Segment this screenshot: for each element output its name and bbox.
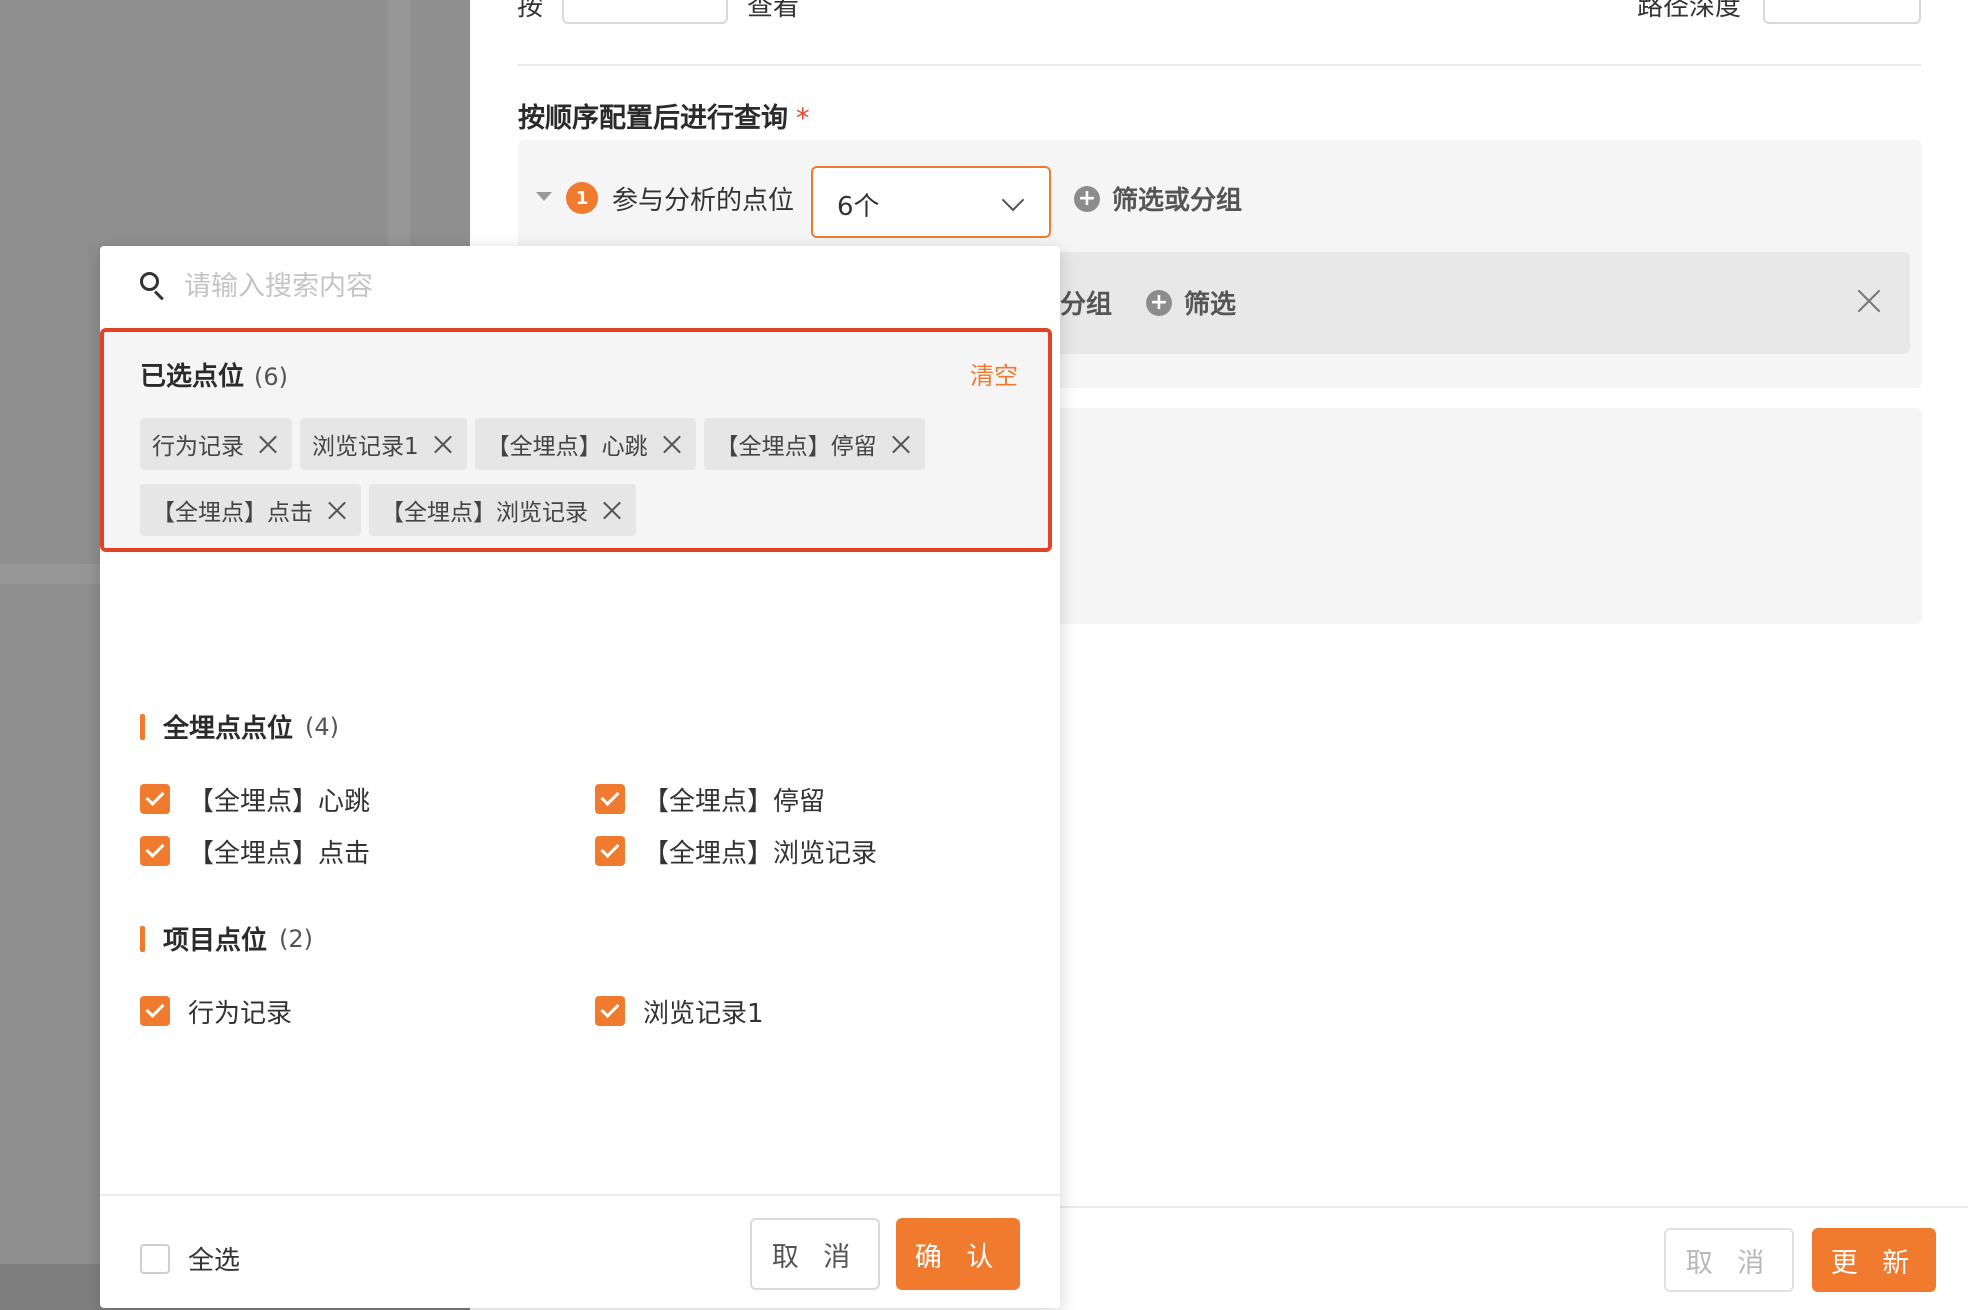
group-item-list: 【全埋点】心跳 【全埋点】停留【全埋点】点击 【全埋点】浏览记录	[140, 783, 1020, 869]
popup-cancel-button[interactable]: 取 消	[750, 1218, 880, 1290]
filter-or-group-label: 筛选或分组	[1112, 186, 1243, 216]
selected-tag-label: 浏览记录1	[312, 434, 419, 460]
event-checkbox-label: 浏览记录1	[643, 998, 764, 1029]
search-input[interactable]	[184, 264, 1004, 308]
group-header: 全埋点点位 (4)	[140, 708, 1020, 745]
selected-tag-list: 行为记录 浏览记录1 【全埋点】心跳 【全埋点】停留【全埋点】点击 【全埋点】浏览记录	[140, 418, 1020, 536]
group-project: 项目点位 (2) 行为记录 浏览记录1	[140, 920, 1020, 1029]
dimension-select[interactable]	[562, 0, 728, 24]
step-label: 参与分析的点位	[612, 186, 795, 216]
selected-tag: 【全埋点】点击	[140, 484, 361, 536]
selected-tag-label: 行为记录	[152, 434, 244, 460]
plus-circle-icon: +	[1146, 289, 1172, 316]
chevron-down-icon	[1001, 188, 1025, 212]
remove-tag-icon[interactable]	[662, 434, 682, 454]
event-checkbox-label: 行为记录	[188, 998, 293, 1029]
checkbox-icon	[595, 784, 625, 814]
confirm-button[interactable]: 确 认	[896, 1218, 1020, 1290]
path-depth-select[interactable]	[1763, 0, 1921, 24]
group-header: 项目点位 (2)	[140, 920, 1020, 957]
group-item-list: 行为记录 浏览记录1	[140, 995, 1020, 1029]
selected-title-text: 已选点位	[140, 362, 245, 392]
selected-tag: 行为记录	[140, 418, 292, 470]
event-checkbox-item[interactable]: 【全埋点】停留	[595, 783, 1020, 817]
event-count-select[interactable]: 6个	[811, 166, 1051, 238]
group-accent-bar	[140, 925, 145, 952]
checkbox-icon	[140, 996, 170, 1026]
event-checkbox-label: 【全埋点】浏览记录	[643, 838, 878, 869]
group-auto-track: 全埋点点位 (4) 【全埋点】心跳 【全埋点】停留【全埋点】点击 【全埋点】浏览记录	[140, 708, 1020, 869]
section-title: 按顺序配置后进行查询 *	[518, 96, 810, 135]
path-depth-label: 路径深度	[1636, 0, 1741, 22]
selected-count: (6)	[254, 363, 289, 391]
event-select-dropdown: 已选点位(6) 清空 行为记录浏览记录1【全埋点】心跳【全埋点】停留【全埋点】点…	[100, 246, 1060, 1308]
event-checkbox-item[interactable]: 浏览记录1	[595, 995, 1020, 1029]
remove-tag-icon[interactable]	[433, 434, 453, 454]
selected-tag: 【全埋点】心跳	[474, 418, 696, 470]
event-checkbox-label: 【全埋点】点击	[188, 838, 371, 869]
search-icon	[140, 272, 168, 301]
select-all-checkbox[interactable]: 全选	[140, 1240, 240, 1277]
checkbox-icon	[140, 784, 170, 814]
selected-title: 已选点位 (6)	[140, 356, 288, 393]
view-label: 查看	[747, 0, 800, 22]
checkbox-icon	[595, 996, 625, 1026]
selected-tag-label: 【全埋点】心跳	[486, 434, 648, 460]
required-mark: *	[796, 103, 810, 134]
panel-cancel-button[interactable]: 取 消	[1664, 1228, 1794, 1292]
selected-tag: 【全埋点】停留	[703, 418, 925, 470]
event-count-value: 6个	[837, 192, 880, 222]
plus-circle-icon: +	[1074, 185, 1100, 212]
group-title: 项目点位	[163, 926, 268, 956]
remove-tag-icon[interactable]	[602, 500, 622, 520]
event-checkbox-label: 【全埋点】心跳	[188, 786, 371, 817]
event-checkbox-item[interactable]: 【全埋点】心跳	[140, 783, 595, 817]
search-row	[100, 246, 1060, 326]
filter-label: 筛选	[1184, 290, 1237, 320]
remove-tag-icon[interactable]	[258, 434, 278, 454]
remove-tag-icon[interactable]	[891, 434, 911, 454]
collapse-caret-icon[interactable]	[536, 192, 552, 201]
top-options-row: 按 查看 路径深度	[517, 0, 1921, 66]
group-title: 全埋点点位	[163, 714, 294, 744]
selected-tag-label: 【全埋点】停留	[715, 434, 877, 460]
selected-tag: 浏览记录1	[300, 418, 467, 470]
event-checkbox-item[interactable]: 【全埋点】浏览记录	[595, 835, 1020, 869]
group-label[interactable]: 分组	[1060, 284, 1112, 321]
event-checkbox-label: 【全埋点】停留	[643, 786, 826, 817]
selected-events-box: 已选点位 (6) 清空 行为记录 浏览记录1 【全埋点】心跳 【全埋点】停留【全埋点】点…	[100, 328, 1052, 552]
select-all-label: 全选	[188, 1246, 241, 1276]
group-accent-bar	[140, 713, 145, 740]
add-filter-or-group-button[interactable]: + 筛选或分组	[1074, 180, 1242, 217]
remove-tag-icon[interactable]	[327, 500, 347, 520]
checkbox-icon	[140, 1243, 170, 1274]
close-icon[interactable]	[1854, 286, 1884, 316]
event-checkbox-item[interactable]: 【全埋点】点击	[140, 835, 595, 869]
selected-tag-label: 【全埋点】浏览记录	[381, 500, 588, 526]
group-count: (2)	[279, 924, 314, 953]
section-title-text: 按顺序配置后进行查询	[518, 103, 788, 134]
step-row: 1 参与分析的点位 6个 + 筛选或分组	[518, 164, 1922, 238]
popup-footer: 全选 取 消 确 认	[100, 1194, 1060, 1308]
clear-button[interactable]: 清空	[970, 356, 1018, 391]
checkbox-icon	[595, 836, 625, 866]
group-count: (4)	[305, 712, 340, 741]
selected-tag-label: 【全埋点】点击	[152, 500, 313, 526]
update-button[interactable]: 更 新	[1812, 1228, 1936, 1292]
dimension-label: 按	[517, 0, 544, 22]
selected-tag: 【全埋点】浏览记录	[369, 484, 636, 536]
event-checkbox-item[interactable]: 行为记录	[140, 995, 595, 1029]
step-number-badge: 1	[566, 182, 598, 214]
add-filter-button[interactable]: + 筛选	[1146, 284, 1236, 321]
checkbox-icon	[140, 836, 170, 866]
